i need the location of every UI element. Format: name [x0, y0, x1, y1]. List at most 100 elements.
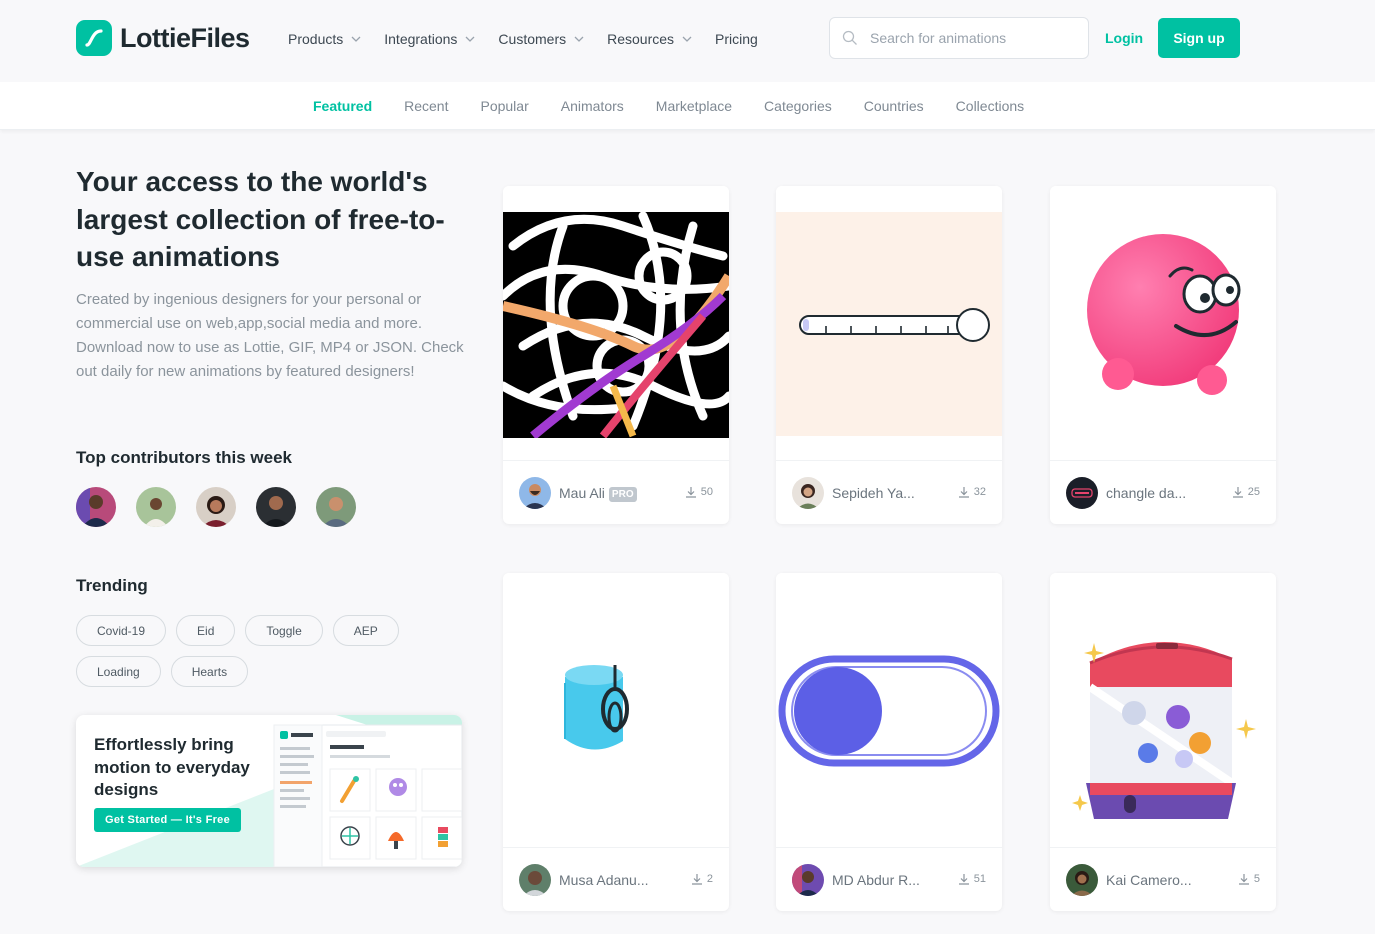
trending-tag[interactable]: Hearts — [170, 656, 249, 687]
card-footer: Mau Ali PRO 50 — [503, 460, 729, 524]
chevron-down-icon — [574, 36, 584, 42]
download-count: 25 — [1232, 486, 1260, 498]
animation-card[interactable]: Mau Ali PRO 50 — [503, 186, 729, 524]
nav-resources[interactable]: Resources — [607, 30, 692, 48]
search-icon — [842, 30, 857, 45]
get-started-button[interactable]: Get Started — It's Free — [94, 808, 241, 832]
card-footer: MD Abdur R... 51 — [776, 847, 1002, 911]
download-count-value: 51 — [973, 873, 986, 885]
nav-pricing[interactable]: Pricing — [715, 30, 758, 48]
trending-tag[interactable]: AEP — [332, 615, 399, 646]
animation-card[interactable]: Kai Camero... 5 — [1050, 573, 1276, 911]
animation-card[interactable]: changle da... 25 — [1050, 186, 1276, 524]
lottiefiles-logo-icon — [76, 20, 112, 56]
card-footer: Kai Camero... 5 — [1050, 847, 1276, 911]
trending-tag[interactable]: Loading — [76, 656, 161, 687]
author-avatar[interactable] — [792, 477, 824, 509]
chevron-down-icon — [351, 36, 361, 42]
download-icon — [691, 874, 702, 885]
author-avatar[interactable] — [519, 477, 551, 509]
nav-label: Customers — [498, 31, 567, 47]
tab-marketplace[interactable]: Marketplace — [656, 98, 732, 114]
card-footer: changle da... 25 — [1050, 460, 1276, 524]
main-nav: Products Integrations Customers Resource… — [288, 30, 781, 48]
search-box[interactable] — [829, 17, 1089, 59]
avatar[interactable] — [196, 487, 236, 527]
trending-title: Trending — [76, 576, 148, 595]
author-avatar[interactable] — [1066, 477, 1098, 509]
contributors-list — [76, 487, 356, 527]
login-link[interactable]: Login — [1105, 30, 1143, 46]
animation-preview — [1050, 186, 1276, 460]
tab-collections[interactable]: Collections — [956, 98, 1024, 114]
pro-badge: PRO — [608, 487, 637, 502]
tab-animators[interactable]: Animators — [561, 98, 624, 114]
nav-label: Pricing — [715, 31, 758, 47]
site-header: LottieFiles Products Integrations Custom… — [0, 0, 1375, 82]
signup-button[interactable]: Sign up — [1158, 18, 1240, 58]
nav-label: Integrations — [384, 31, 458, 47]
animation-card[interactable]: Musa Adanu... 2 — [503, 573, 729, 911]
nav-customers[interactable]: Customers — [498, 30, 584, 48]
author-name-text: Mau Ali — [559, 485, 605, 501]
tab-categories[interactable]: Categories — [764, 98, 832, 114]
promo-title: Effortlessly bring motion to everyday de… — [94, 735, 250, 799]
author-name[interactable]: changle da... — [1106, 485, 1186, 501]
download-icon — [958, 874, 969, 885]
author-name[interactable]: Sepideh Ya... — [832, 485, 915, 501]
nav-label: Products — [288, 31, 344, 47]
trending-tag[interactable]: Eid — [176, 615, 236, 646]
download-icon — [958, 487, 969, 498]
chevron-down-icon — [682, 36, 692, 42]
trending-tag[interactable]: Covid-19 — [76, 615, 167, 646]
promo-banner: Effortlessly bring motion to everyday de… — [76, 715, 462, 867]
hero-description: Created by ingenious designers for your … — [76, 291, 464, 380]
trending-tag[interactable]: Toggle — [245, 615, 323, 646]
download-icon — [685, 487, 696, 498]
avatar[interactable] — [136, 487, 176, 527]
nav-label: Resources — [607, 31, 675, 47]
nav-integrations[interactable]: Integrations — [384, 30, 475, 48]
animation-card[interactable]: MD Abdur R... 51 — [776, 573, 1002, 911]
hero-title: Your access to the world's largest colle… — [76, 166, 445, 272]
animation-preview — [503, 573, 729, 847]
author-avatar[interactable] — [1066, 864, 1098, 896]
author-avatar[interactable] — [519, 864, 551, 896]
search-input[interactable] — [870, 30, 1070, 46]
animation-preview — [776, 573, 1002, 847]
download-icon — [1232, 487, 1243, 498]
download-count: 51 — [958, 873, 986, 885]
avatar[interactable] — [256, 487, 296, 527]
download-count: 32 — [958, 486, 986, 498]
tab-recent[interactable]: Recent — [404, 98, 448, 114]
animation-card[interactable]: Sepideh Ya... 32 — [776, 186, 1002, 524]
card-footer: Musa Adanu... 2 — [503, 847, 729, 911]
animation-preview — [1050, 573, 1276, 847]
contributors-title: Top contributors this week — [76, 448, 292, 467]
avatar[interactable] — [76, 487, 116, 527]
nav-products[interactable]: Products — [288, 30, 361, 48]
download-count: 50 — [685, 486, 713, 498]
download-count-value: 32 — [973, 486, 986, 498]
download-count: 2 — [691, 873, 713, 885]
download-icon — [1238, 874, 1249, 885]
logo[interactable]: LottieFiles — [76, 20, 250, 56]
download-count-value: 2 — [706, 873, 713, 885]
author-name[interactable]: MD Abdur R... — [832, 872, 920, 888]
author-avatar[interactable] — [792, 864, 824, 896]
animation-preview — [776, 186, 1002, 460]
author-name[interactable]: Kai Camero... — [1106, 872, 1192, 888]
author-name[interactable]: Musa Adanu... — [559, 872, 649, 888]
category-tabs: Featured Recent Popular Animators Market… — [0, 82, 1375, 130]
logo-text: LottieFiles — [120, 22, 250, 53]
download-count: 5 — [1238, 873, 1260, 885]
tab-featured[interactable]: Featured — [313, 98, 372, 114]
download-count-value: 5 — [1253, 873, 1260, 885]
tab-countries[interactable]: Countries — [864, 98, 924, 114]
avatar[interactable] — [316, 487, 356, 527]
trending-tags: Covid-19 Eid Toggle AEP Loading Hearts — [76, 615, 456, 687]
author-name[interactable]: Mau Ali PRO — [559, 485, 637, 502]
animation-preview — [503, 186, 729, 460]
chevron-down-icon — [465, 36, 475, 42]
tab-popular[interactable]: Popular — [480, 98, 528, 114]
